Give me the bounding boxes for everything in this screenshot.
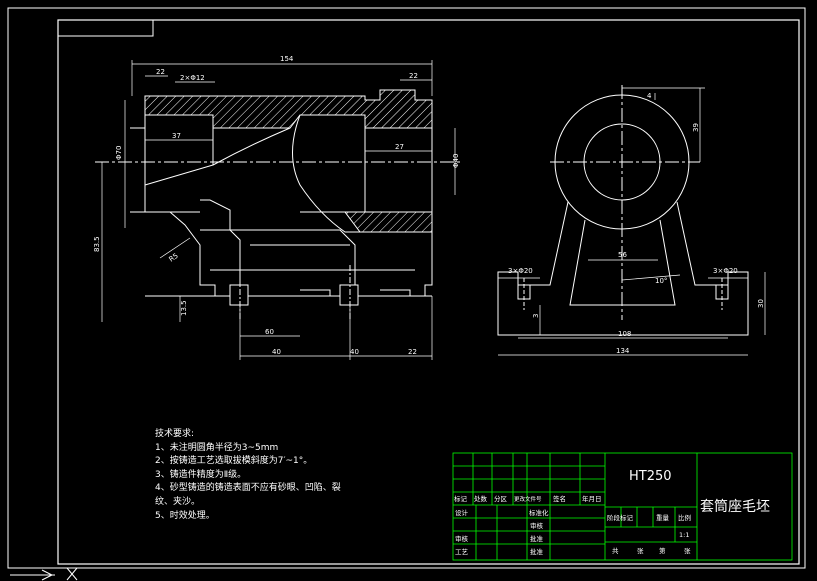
tb-mid-approve: 批准 — [530, 534, 544, 543]
side-dim-3: 3 — [532, 314, 540, 318]
dim-22-right: 22 — [409, 72, 418, 80]
side-dim-angle: 10° — [655, 277, 667, 285]
dim-40-a: 40 — [272, 348, 281, 356]
dim-22-bottom: 22 — [408, 348, 417, 356]
tb-mid-review: 审核 — [530, 521, 544, 530]
note-item: 纹、夹沙。 — [155, 496, 201, 507]
note-item: 2、按铸造工艺选取拔模斜度为7′~1°。 — [155, 456, 313, 467]
side-dim-3x20-right: 3×Φ20 — [713, 267, 738, 275]
tb-header-5: 年月日 — [582, 494, 602, 503]
note-item: 3、铸造件精度为Ⅱ级。 — [155, 469, 247, 480]
dim-phi70: Φ70 — [115, 146, 123, 160]
notes-heading: 技术要求: — [155, 429, 195, 439]
side-dim-3x20-left: 3×Φ20 — [508, 267, 533, 275]
cad-drawing: 154 22 2×Φ12 22 37 27 Φ70 Φ40 83.5 13.5 … — [7, 7, 806, 581]
front-view — [95, 89, 460, 320]
dim-37: 37 — [172, 132, 181, 140]
technical-requirements: 技术要求: 1、未注明圆角半径为3~5mm 2、按铸造工艺选取拔模斜度为7′~1… — [155, 428, 341, 523]
tb-sheet-no: 第 — [659, 546, 666, 555]
dim-r5: R5 — [168, 252, 180, 264]
ucs-icon — [10, 567, 78, 581]
dim-83-5: 83.5 — [93, 236, 101, 252]
tb-header-3: 更改文件号 — [514, 495, 542, 503]
tb-sheet-total: 共 — [612, 546, 619, 555]
tb-scale: 1:1 — [679, 531, 689, 539]
dim-154: 154 — [280, 55, 294, 63]
side-dim-134: 134 — [616, 347, 630, 355]
tb-row-design: 设计 — [455, 508, 469, 517]
tb-header-0: 标记 — [454, 494, 468, 503]
side-dim-30: 30 — [757, 299, 765, 308]
tb-mid-approve-2: 批准 — [530, 547, 544, 556]
tb-row-process: 工艺 — [455, 548, 469, 556]
title-block-text: HT250 套筒座毛坯 标记 处数 分区 更改文件号 签名 年月日 设计 审核 … — [454, 469, 770, 556]
corner-tab — [57, 19, 154, 37]
tb-sheet-unit-2: 张 — [684, 546, 691, 555]
tb-mid-standard: 标准化 — [529, 508, 549, 517]
tb-sheet-unit: 张 — [637, 546, 644, 555]
side-dim-4: 4 — [647, 92, 652, 100]
side-dim-108: 108 — [618, 330, 631, 338]
part-name: 套筒座毛坯 — [700, 498, 770, 515]
tb-stage-mark: 阶段标记 — [607, 513, 634, 522]
note-item: 1、未注明圆角半径为3~5mm — [155, 442, 279, 453]
material-label: HT250 — [629, 469, 672, 484]
side-dim-39: 39 — [692, 123, 700, 132]
front-bore-top — [144, 115, 214, 186]
side-view — [497, 85, 749, 336]
note-item: 5、时效处理。 — [155, 510, 215, 521]
tb-header-1: 处数 — [474, 494, 488, 503]
dim-40-b: 40 — [350, 348, 359, 356]
dim-2x12: 2×Φ12 — [180, 74, 205, 82]
dim-22-left: 22 — [156, 68, 165, 76]
dim-60: 60 — [265, 328, 274, 336]
dim-13-5: 13.5 — [180, 300, 188, 316]
tb-weight: 重量 — [656, 514, 670, 522]
dim-27: 27 — [395, 143, 404, 151]
tb-row-review: 审核 — [455, 534, 469, 543]
tb-scale-label: 比例 — [678, 513, 691, 522]
note-item: 4、砂型铸造的铸造表面不应有砂眼、凹陷、裂 — [155, 483, 341, 494]
dim-phi40: Φ40 — [452, 154, 460, 168]
side-dim-56: 56 — [618, 251, 627, 259]
tb-header-2: 分区 — [494, 494, 508, 503]
front-hatch-bottom — [344, 211, 433, 233]
tb-header-4: 签名 — [553, 494, 566, 503]
front-hatch-top — [144, 89, 433, 129]
